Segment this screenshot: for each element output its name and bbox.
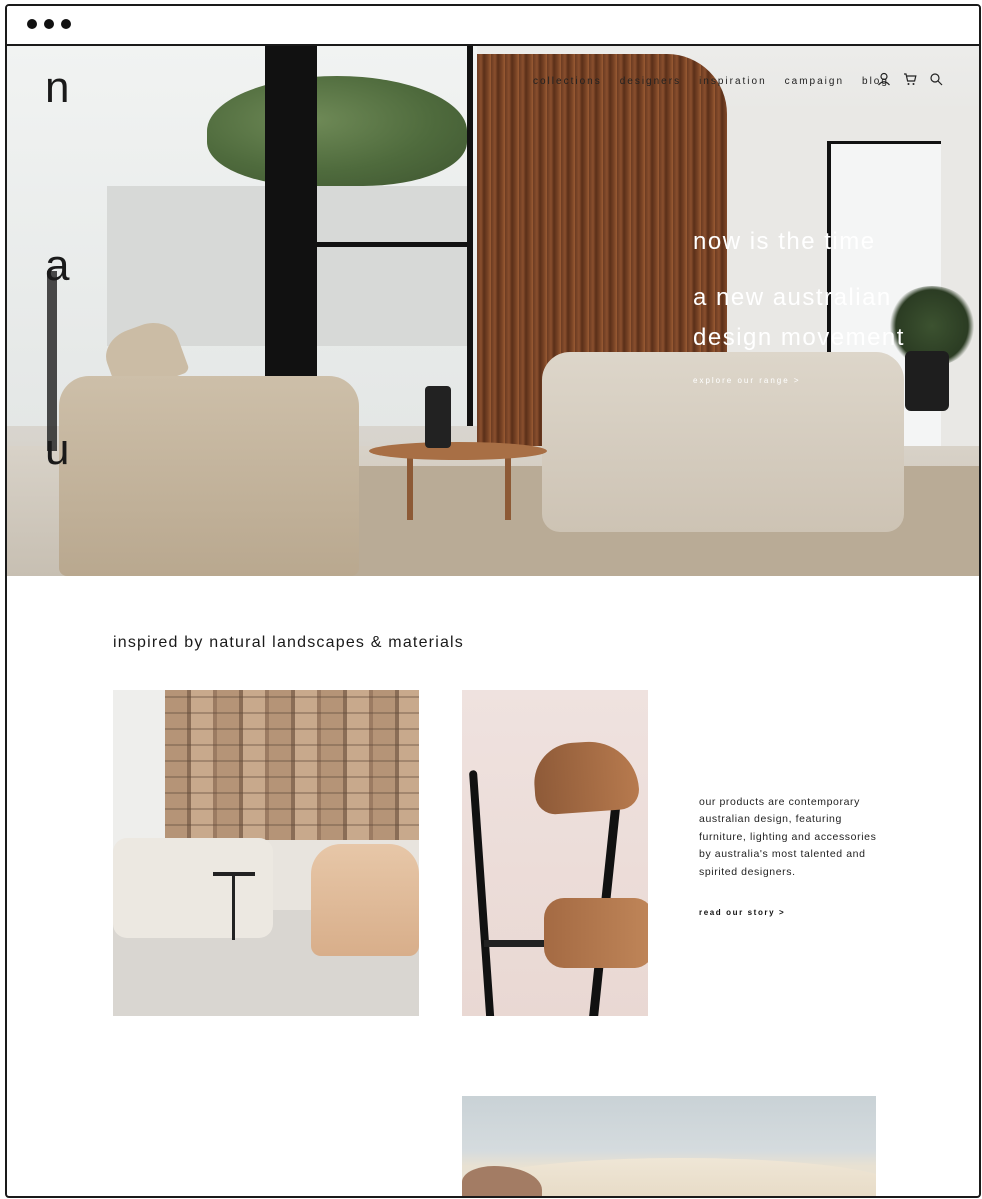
nav-icons: [877, 72, 945, 88]
image-chair-leg: [468, 770, 496, 1016]
about-text: our products are contemporary australian…: [699, 796, 877, 878]
hero-headline: now is the time: [693, 228, 876, 255]
image-sofa: [113, 838, 273, 938]
window-chrome: [7, 6, 979, 46]
hero-vase: [425, 386, 451, 448]
main-nav: collections designers inspiration campai…: [533, 76, 907, 87]
hero-banner: n a u collections designers inspiration …: [7, 46, 979, 576]
window-dot-icon: [61, 19, 71, 29]
image-side-table-leg: [232, 872, 235, 940]
desert-image[interactable]: [462, 1096, 876, 1196]
read-story-link[interactable]: read our story >: [699, 908, 785, 917]
search-icon[interactable]: [929, 72, 945, 88]
nav-collections[interactable]: collections: [533, 76, 602, 87]
user-icon[interactable]: [877, 72, 893, 88]
logo-bar: [47, 271, 57, 451]
image-armchair: [311, 844, 419, 956]
section-title: inspired by natural landscapes & materia…: [113, 634, 465, 651]
hero-window-frame: [312, 242, 472, 247]
window-dot-icon: [27, 19, 37, 29]
window-dot-icon: [44, 19, 54, 29]
hero-subheadline: a new australian: [693, 284, 892, 311]
hero-coffee-table: [369, 442, 547, 460]
hero-copy: now is the time a new australian design …: [693, 222, 905, 385]
browser-window: n a u collections designers inspiration …: [5, 4, 981, 1198]
explore-range-link[interactable]: explore our range >: [693, 376, 905, 385]
image-chair-back: [531, 738, 641, 816]
hero-window-frame: [467, 46, 473, 426]
logo-letter: u: [45, 425, 70, 474]
hero-table-leg: [505, 456, 511, 520]
hero-subheadline: design movement: [693, 324, 905, 351]
hero-window-frame: [265, 46, 317, 376]
image-stone-wall: [165, 690, 419, 840]
hero-tree: [207, 76, 467, 186]
brand-logo[interactable]: n a u: [7, 46, 103, 576]
stone-wall-image[interactable]: [113, 690, 419, 1016]
hero-armchair: [59, 376, 359, 576]
timber-chair-image[interactable]: [462, 690, 648, 1016]
hero-plant-pot: [905, 351, 949, 411]
image-chair-seat: [544, 898, 648, 968]
hero-table-leg: [407, 456, 413, 520]
nav-campaign[interactable]: campaign: [785, 76, 844, 87]
logo-letter: n: [45, 63, 70, 112]
logo-letter: a: [45, 241, 70, 290]
cart-icon[interactable]: [903, 72, 919, 88]
nav-designers[interactable]: designers: [620, 76, 681, 87]
nav-inspiration[interactable]: inspiration: [699, 76, 767, 87]
